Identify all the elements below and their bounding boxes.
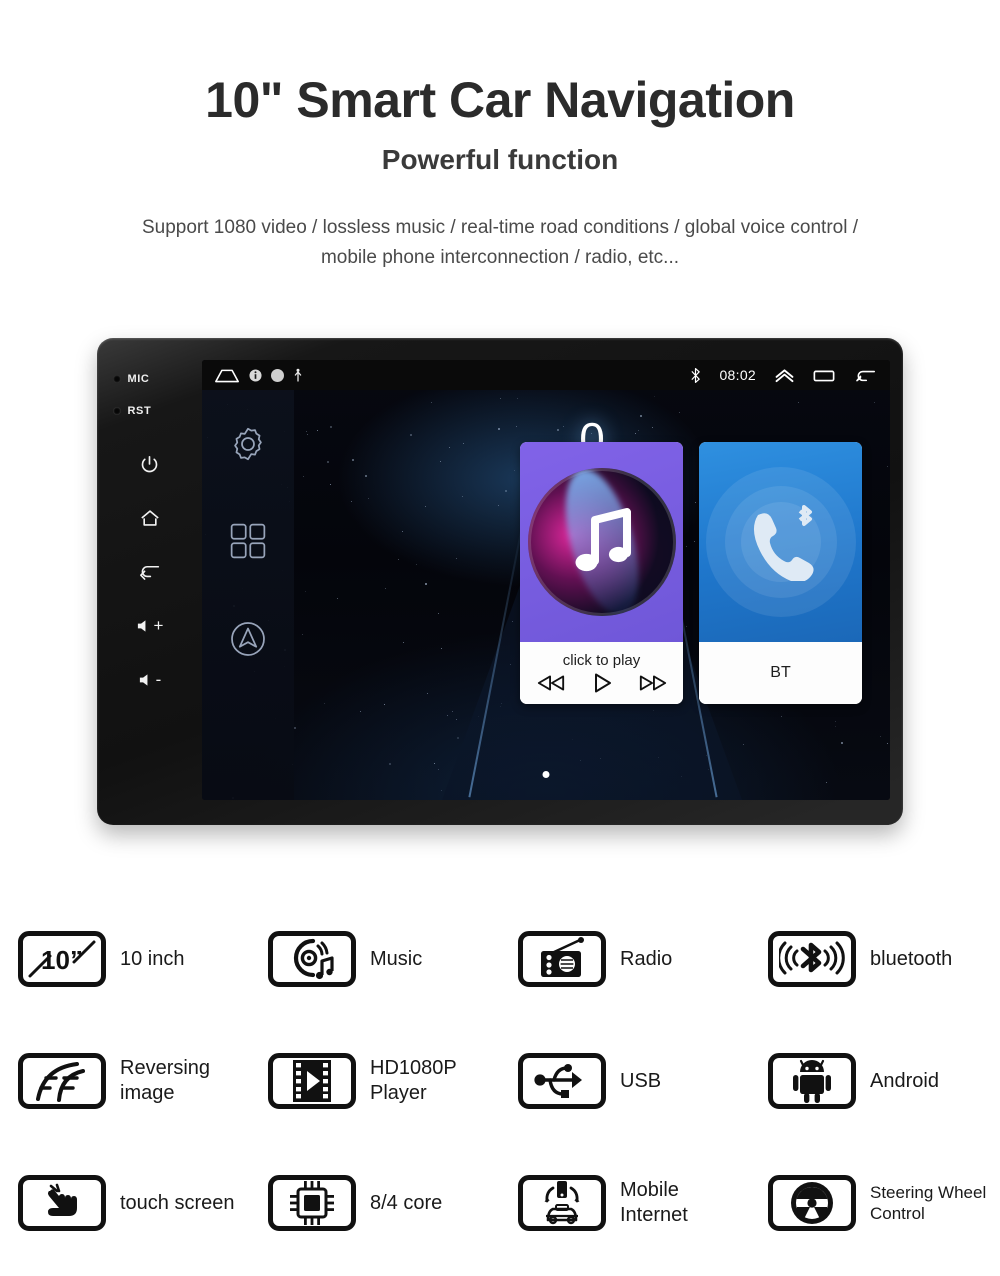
feature-10-inch: 10” 10 inch: [0, 898, 250, 1020]
music-status-label: click to play: [562, 651, 641, 669]
info-icon: [249, 368, 262, 382]
mobile-internet-icon: [518, 1175, 606, 1231]
page-description: Support 1080 video / lossless music / re…: [100, 213, 900, 272]
navigation-compass-icon[interactable]: [227, 618, 269, 665]
description-line-2: mobile phone interconnection / radio, et…: [320, 246, 680, 268]
back-icon: [138, 563, 161, 582]
volume-down-button[interactable]: -: [130, 660, 170, 700]
volume-up-icon: +: [136, 616, 164, 636]
bluetooth-phone-icon: [753, 505, 814, 581]
bluetooth-widget[interactable]: BT: [699, 442, 862, 704]
recents-icon[interactable]: [813, 368, 835, 383]
feature-bluetooth: bluetooth: [750, 898, 1000, 1020]
mic-label: MIC: [127, 373, 150, 385]
reversing-camera-icon: [18, 1053, 106, 1109]
reset-pinhole[interactable]: RST: [112, 398, 187, 424]
feature-radio: Radio: [500, 898, 750, 1020]
status-bar: 08:02: [202, 360, 890, 390]
bluetooth-waves-icon: [768, 931, 856, 987]
feature-hd1080p-player: HD1080P Player: [250, 1020, 500, 1142]
page-title: 10" Smart Car Navigation: [205, 72, 795, 128]
device-screen[interactable]: 08:02 0 click to play BT: [202, 360, 890, 800]
feature-reversing-image: Reversing image: [0, 1020, 250, 1142]
feature-label: bluetooth: [870, 947, 953, 970]
status-bar-right: 08:02: [690, 367, 876, 384]
cpu-chip-icon: [268, 1175, 356, 1231]
touch-hand-icon: [18, 1175, 106, 1231]
android-robot-icon: [768, 1053, 856, 1109]
feature-label: USB: [620, 1069, 662, 1092]
volume-up-sign: +: [153, 616, 164, 635]
feature-label: 10 inch: [120, 947, 185, 970]
circle-icon: [271, 368, 284, 382]
chevron-up-icon[interactable]: [774, 368, 795, 383]
page-subtitle: Powerful function: [381, 143, 619, 175]
music-note-icon: [575, 508, 631, 572]
app-rail: [202, 390, 294, 800]
radio-icon: [518, 931, 606, 987]
status-bar-clock: 08:02: [719, 367, 756, 383]
music-transport-controls: [536, 672, 668, 694]
page-indicator-dot[interactable]: [542, 771, 550, 778]
page-header: 10" Smart Car Navigation Powerful functi…: [0, 0, 1000, 272]
music-widget[interactable]: click to play: [520, 442, 683, 704]
description-line-1: Support 1080 video / lossless music / re…: [141, 217, 859, 239]
play-button[interactable]: [591, 672, 613, 694]
home-button[interactable]: [130, 498, 170, 538]
feature-music: Music: [250, 898, 500, 1020]
previous-track-button[interactable]: [536, 674, 566, 692]
film-play-icon: [268, 1053, 356, 1109]
settings-gear-icon[interactable]: [228, 424, 268, 469]
feature-usb: USB: [500, 1020, 750, 1142]
feature-steering-wheel-control: Steering Wheel Control: [750, 1142, 1000, 1264]
bluetooth-icon: [690, 367, 701, 384]
feature-touch-screen: touch screen: [0, 1142, 250, 1264]
feature-label: Reversing image: [120, 1057, 211, 1104]
status-back-icon[interactable]: [853, 368, 876, 383]
next-track-button[interactable]: [638, 674, 668, 692]
usb-icon: [293, 368, 303, 382]
feature-cpu-core: 8/4 core: [250, 1142, 500, 1264]
back-button[interactable]: [130, 552, 170, 592]
feature-grid: 10” 10 inch Music Radio bluetooth Revers…: [0, 898, 1000, 1264]
feature-label: Radio: [620, 947, 673, 970]
volume-down-icon: -: [138, 670, 162, 690]
reset-label: RST: [127, 405, 152, 417]
home-icon: [139, 508, 161, 528]
bluetooth-icon-area: [699, 442, 862, 642]
device-left-bezel: MIC RST + -: [97, 338, 202, 825]
reset-hole-icon: [112, 407, 121, 415]
volume-down-sign: -: [155, 670, 162, 689]
feature-label: touch screen: [120, 1191, 235, 1214]
status-bar-left: [214, 368, 303, 383]
power-button[interactable]: [130, 444, 170, 484]
power-icon: [139, 454, 160, 475]
music-disc-icon: [268, 931, 356, 987]
mic-pinhole: MIC: [112, 366, 187, 392]
mic-hole-icon: [112, 375, 121, 383]
feature-android: Android: [750, 1020, 1000, 1142]
home-outline-icon[interactable]: [214, 368, 240, 383]
feature-label: Android: [870, 1069, 939, 1092]
bluetooth-label: BT: [699, 642, 862, 704]
steering-wheel-icon: [768, 1175, 856, 1231]
product-image: MIC RST + - 08:02 0 click to play BT: [0, 338, 1000, 838]
feature-label: Mobile Internet: [620, 1179, 688, 1226]
feature-label: 8/4 core: [370, 1191, 443, 1214]
svg-text:10”: 10”: [41, 945, 83, 975]
car-head-unit: MIC RST + - 08:02 0 click to play BT: [97, 338, 903, 825]
feature-mobile-internet: Mobile Internet: [500, 1142, 750, 1264]
feature-label: Music: [370, 947, 423, 970]
usb-icon: [518, 1053, 606, 1109]
screen-size-icon: 10”: [18, 931, 106, 987]
feature-label: HD1080P Player: [370, 1057, 457, 1104]
apps-grid-icon[interactable]: [228, 521, 268, 566]
feature-label: Steering Wheel Control: [870, 1182, 987, 1223]
volume-up-button[interactable]: +: [130, 606, 170, 646]
music-album-area: [520, 442, 683, 642]
music-controls-bar: click to play: [520, 642, 683, 704]
